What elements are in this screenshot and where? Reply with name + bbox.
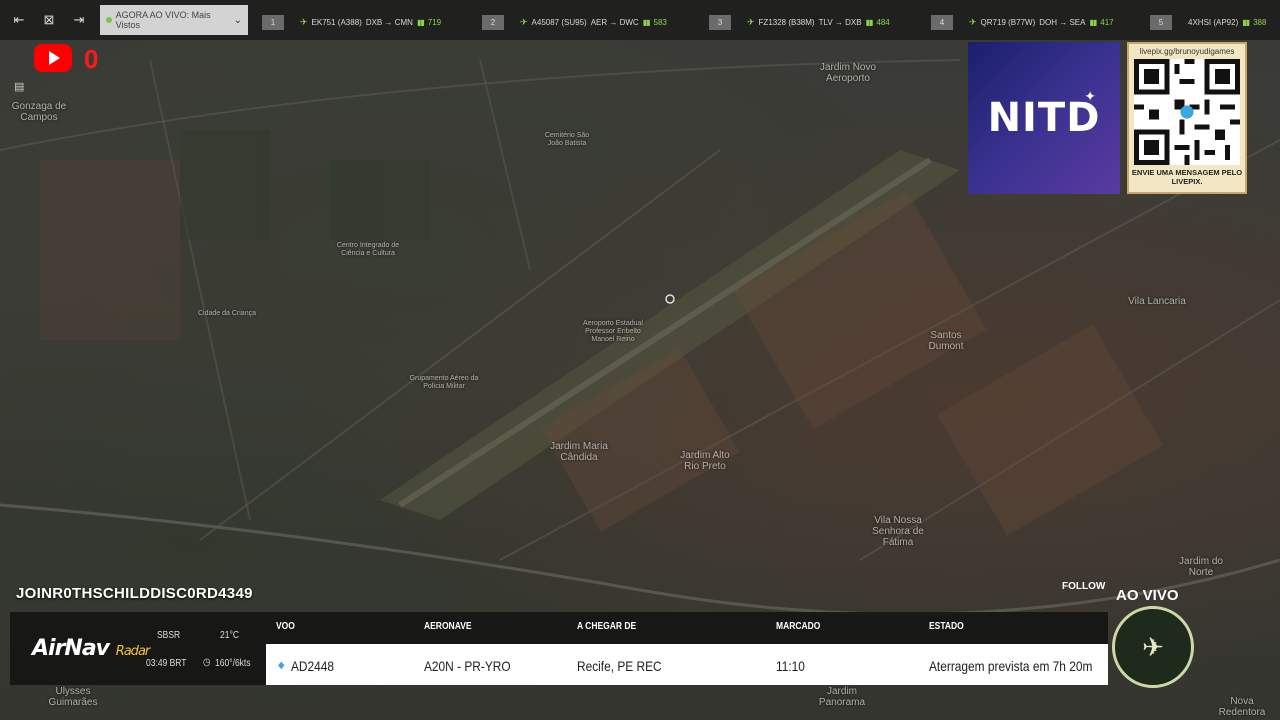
top-flight-item[interactable]: 2 ✈ A45087 (SU95) AER → DWC ▮▮ 583: [482, 15, 667, 30]
signal-icon: ▮▮: [1242, 18, 1250, 27]
live-dropdown[interactable]: AGORA AO VIVO: Mais Vistos ⌄: [100, 5, 248, 35]
top-flight-item[interactable]: 1 ✈ EK751 (A388) DXB → CMN ▮▮ 719: [262, 15, 441, 30]
flight-rank: 2: [482, 15, 504, 30]
flight-rank: 5: [1150, 15, 1172, 30]
map-label: Vila Lancaria: [1128, 296, 1186, 307]
flight-code: 4XHSI (AP92): [1188, 18, 1239, 27]
flight-viewers: 417: [1100, 18, 1114, 27]
flight-viewers: 719: [427, 18, 442, 27]
column-header-estado: ESTADO: [929, 621, 964, 632]
map-label: Centro Integrado de Ciência e Cultura: [336, 242, 400, 257]
livepix-url: livepix.gg/brunoyudigames: [1139, 47, 1235, 56]
signal-icon: ▮▮: [865, 18, 874, 27]
signal-icon: ▮▮: [416, 18, 425, 27]
airline-icon: ◆: [278, 660, 285, 671]
airnav-brand: AirNav: [32, 636, 110, 661]
airnav-logo: AirNav Radar: [32, 636, 151, 661]
column-header-aeronave: AERONAVE: [424, 621, 472, 632]
local-time: 03:49 BRT: [146, 658, 187, 669]
live-label: AO VIVO: [1116, 587, 1179, 604]
map-label: Aeroporto Estadual Professor Eribelto Ma…: [583, 320, 643, 343]
plane-icon: ✈: [969, 17, 977, 27]
flight-code: EK751 (A388): [311, 18, 362, 27]
flight-viewers: 484: [876, 18, 890, 27]
column-header-marcado: MARCADO: [776, 621, 821, 632]
wind: 160°/6kts: [215, 658, 251, 669]
map-label: Vila Nossa Senhora de Fátima: [872, 515, 924, 548]
flight-viewers: 388: [1253, 18, 1267, 27]
live-dot-icon: [106, 17, 112, 23]
flight-rank: 4: [931, 15, 953, 30]
aircraft: A20N - PR-YRO: [424, 658, 511, 674]
column-header-chegar: A CHEGAR DE: [577, 621, 637, 632]
top-bar: ⇤ ⊠ ⇥ AGORA AO VIVO: Mais Vistos ⌄ 1 ✈ E…: [0, 0, 1280, 40]
top-flight-item[interactable]: 4 ✈ QR719 (B77W) DOH → SEA ▮▮ 417: [931, 15, 1114, 30]
map-label: Jardim Novo Aeroporto: [819, 62, 877, 84]
flight-route: DOH → SEA: [1039, 18, 1086, 27]
location-pin-icon[interactable]: [665, 294, 675, 304]
map-label: Jardim Panorama: [818, 686, 866, 708]
next-icon[interactable]: ⇥: [68, 9, 90, 31]
follow-button[interactable]: FOLLOW: [1062, 581, 1105, 592]
map-label: Jardim do Norte: [1179, 556, 1223, 578]
flight-viewers: 583: [653, 18, 667, 27]
scheduled-time: 11:10: [776, 658, 805, 674]
chevron-down-icon: ⌄: [233, 14, 242, 26]
flight-status: Aterragem prevista em 7h 20m: [929, 658, 1093, 674]
column-header-voo: VOO: [276, 621, 295, 632]
plane-icon: ✈: [300, 17, 308, 27]
map-label: Jardim Alto Rio Preto: [680, 450, 730, 472]
map-label: Grupamento Aéreo da Polícia Militar: [409, 375, 479, 390]
temperature: 21°C: [220, 630, 239, 641]
flight-rank: 1: [262, 15, 284, 30]
map-label: Jardim Maria Cândida: [550, 441, 608, 463]
collapse-icon[interactable]: ⇤: [8, 9, 30, 31]
origin: Recife, PE REC: [577, 658, 662, 674]
stream-overlay: Gonzaga de Campos Jardim Novo Aeroporto …: [0, 0, 1280, 720]
airport-code: SBSR: [157, 630, 181, 641]
top-flight-item[interactable]: 5 4XHSI (AP92) ▮▮ 388: [1150, 15, 1266, 30]
map-label: Cemitério São João Batista: [544, 132, 590, 147]
map-label: Santos Dumont: [928, 330, 964, 352]
expand-icon[interactable]: ⊠: [38, 9, 60, 31]
flight-route: AER → DWC: [590, 18, 639, 27]
youtube-icon: [34, 44, 72, 72]
map-label: Ulysses Guimarães: [48, 686, 98, 708]
wind-icon: ◷: [203, 657, 211, 668]
signal-icon: ▮▮: [1089, 18, 1097, 27]
map-label: Gonzaga de Campos: [11, 101, 67, 123]
map-label: Cidade da Criança: [198, 310, 256, 317]
flight-route: TLV → DXB: [818, 18, 862, 27]
map-label: Nova Redentora: [1218, 696, 1266, 718]
youtube-count: 0: [84, 44, 99, 74]
layers-icon[interactable]: ▤: [14, 80, 24, 93]
channel-name: JOINR0THSCHILDDISC0RD4349: [16, 585, 253, 602]
flight-route: DXB → CMN: [365, 18, 413, 27]
flight-code: QR719 (B77W): [980, 18, 1036, 27]
top-flight-item[interactable]: 3 ✈ FZ1328 (B38M) TLV → DXB ▮▮ 484: [709, 15, 890, 30]
flight-number: AD2448: [291, 658, 335, 674]
plane-icon: ✈: [747, 17, 755, 27]
flight-code: A45087 (SU95): [531, 18, 587, 27]
airnav-brand-sub: Radar: [115, 644, 151, 659]
flight-code: FZ1328 (B38M): [758, 18, 815, 27]
sponsor-logo: NITD ✦: [968, 42, 1120, 194]
plane-icon: ✈: [520, 17, 528, 27]
sparkle-icon: ✦: [1084, 88, 1096, 104]
channel-badge-icon: ✈: [1112, 606, 1194, 688]
livepix-qr-panel: livepix.gg/brunoyudigames ENVIE UMA MENS…: [1127, 42, 1247, 194]
signal-icon: ▮▮: [642, 18, 651, 27]
live-dropdown-label: AGORA AO VIVO: Mais Vistos: [115, 10, 211, 30]
qr-code-icon: [1134, 59, 1240, 165]
flight-rank: 3: [709, 15, 731, 30]
livepix-message: ENVIE UMA MENSAGEM PELO LIVEPIX.: [1131, 168, 1243, 186]
